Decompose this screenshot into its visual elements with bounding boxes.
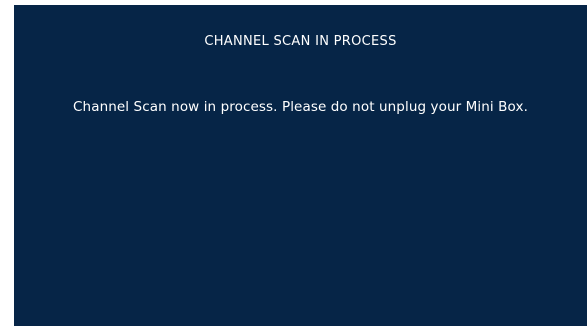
screen-title: CHANNEL SCAN IN PROCESS — [204, 34, 397, 49]
status-message: Channel Scan now in process. Please do n… — [73, 99, 528, 115]
channel-scan-screen: CHANNEL SCAN IN PROCESS Channel Scan now… — [14, 5, 587, 326]
